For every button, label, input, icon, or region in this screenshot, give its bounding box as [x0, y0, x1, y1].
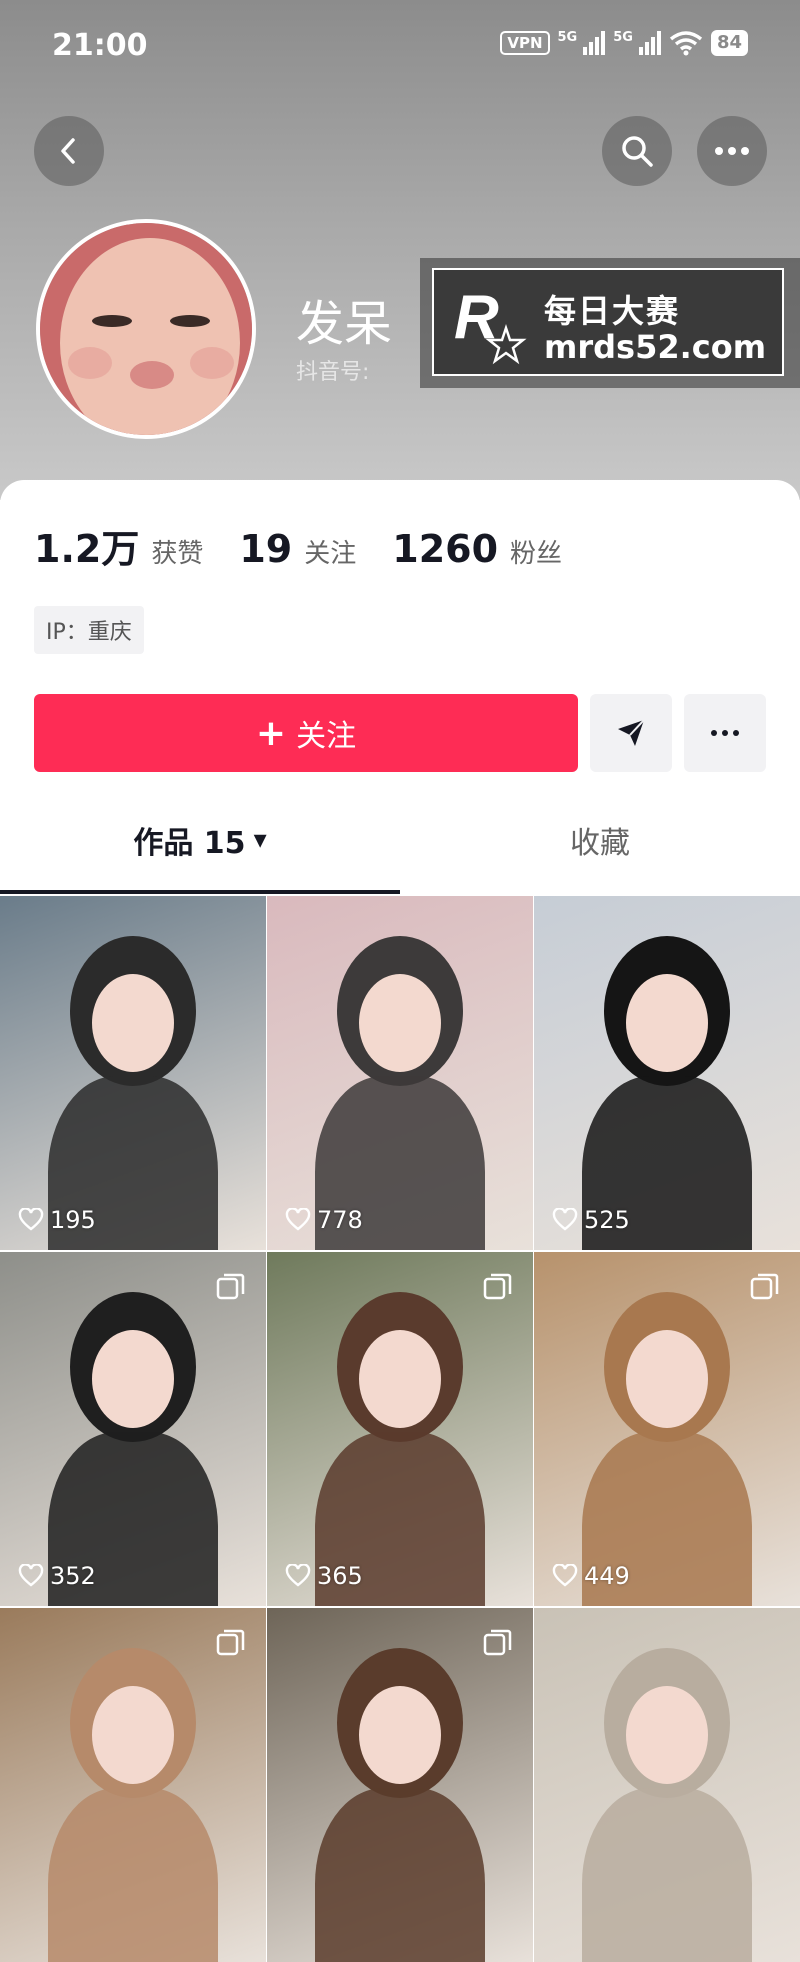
video-thumbnail[interactable]	[534, 1608, 800, 1962]
thumbnail-face	[626, 1686, 708, 1784]
search-icon	[622, 136, 653, 167]
thumbnail-face	[92, 1686, 174, 1784]
status-time: 21:00	[52, 28, 148, 63]
status-icons: VPN 5G 5G 84	[500, 30, 748, 56]
multi-image-icon	[483, 1629, 512, 1656]
chevron-left-icon	[61, 138, 75, 164]
follow-button[interactable]: + 关注	[34, 694, 578, 772]
tab-favorites-label: 收藏	[570, 826, 630, 861]
multi-image-icon	[750, 1273, 779, 1300]
plus-icon: +	[255, 712, 287, 754]
stat-followers-value: 1260	[392, 527, 499, 571]
video-thumbnail[interactable]: 449	[534, 1252, 800, 1606]
video-thumbnail[interactable]: 195	[0, 896, 266, 1250]
tab-works[interactable]: 作品 15 ▾	[0, 800, 400, 880]
thumbnail-face	[92, 1330, 174, 1428]
thumbnail-body	[48, 1788, 218, 1962]
heart-icon	[18, 1208, 44, 1231]
thumbnail-likes: 525	[552, 1206, 630, 1234]
thumbnail-face	[626, 1330, 708, 1428]
caret-down-icon: ▾	[253, 825, 267, 855]
stat-likes-label: 获赞	[151, 539, 204, 569]
thumbnail-face	[359, 974, 441, 1072]
likes-count: 778	[317, 1206, 363, 1234]
video-thumbnail[interactable]: 778	[267, 896, 533, 1250]
profile-card: 1.2万 获赞 19 关注 1260 粉丝 IP：重庆 + 关注 作品 15 ▾…	[0, 480, 800, 1962]
signal-icon	[583, 31, 606, 55]
stat-following-value: 19	[239, 527, 293, 571]
video-thumbnail[interactable]: 352	[0, 1252, 266, 1606]
stat-following-label: 关注	[304, 539, 357, 569]
stat-likes-value: 1.2万	[34, 527, 140, 571]
stat-likes[interactable]: 1.2万 获赞	[34, 518, 203, 573]
thumbnail-likes: 365	[285, 1562, 363, 1590]
thumbnail-likes: 195	[18, 1206, 96, 1234]
tab-works-label: 作品 15	[133, 826, 246, 861]
video-thumbnail[interactable]: 365	[267, 1252, 533, 1606]
watermark-title: 每日大赛	[544, 292, 681, 330]
likes-count: 352	[50, 1562, 96, 1590]
nickname: 发呆	[296, 296, 393, 352]
multi-image-icon	[216, 1273, 245, 1300]
watermark-box: R 每日大赛 mrds52.com	[432, 268, 784, 376]
sim2-label: 5G	[613, 30, 633, 45]
likes-count: 365	[317, 1562, 363, 1590]
search-button[interactable]	[602, 116, 672, 186]
tab-favorites[interactable]: 收藏	[400, 800, 800, 880]
stats-row: 1.2万 获赞 19 关注 1260 粉丝	[34, 518, 598, 573]
video-grid: 195 778 525 352 365 449	[0, 896, 800, 1962]
profile-header: 21:00 VPN 5G 5G 84 发呆 抖音号: R 每日大赛 mrds52…	[0, 0, 800, 500]
thumbnail-face	[92, 974, 174, 1072]
thumbnail-face	[626, 974, 708, 1072]
multi-image-icon	[216, 1629, 245, 1656]
vpn-badge: VPN	[500, 31, 550, 55]
douyin-id-label: 抖音号:	[296, 360, 370, 385]
signal-icon-2	[638, 31, 661, 55]
watermark-logo: R	[454, 283, 527, 365]
video-thumbnail[interactable]	[0, 1608, 266, 1962]
avatar[interactable]	[36, 219, 256, 439]
sim1-label: 5G	[557, 30, 578, 45]
thumbnail-face	[359, 1686, 441, 1784]
wifi-icon	[669, 31, 703, 56]
more-actions-button[interactable]	[684, 694, 766, 772]
watermark-overlay: R 每日大赛 mrds52.com	[420, 258, 800, 388]
thumbnail-body	[315, 1788, 485, 1962]
back-button[interactable]	[34, 116, 104, 186]
stat-followers[interactable]: 1260 粉丝	[392, 527, 562, 571]
thumbnail-likes: 352	[18, 1562, 96, 1590]
follow-label: 关注	[296, 719, 357, 754]
thumbnail-body	[582, 1788, 752, 1962]
ip-location-tag: IP：重庆	[34, 606, 144, 654]
stat-followers-label: 粉丝	[510, 539, 563, 569]
video-thumbnail[interactable]: 525	[534, 896, 800, 1250]
more-options-button[interactable]	[697, 116, 767, 186]
more-dots-icon	[711, 730, 739, 736]
watermark-url: mrds52.com	[544, 328, 767, 366]
message-button[interactable]	[590, 694, 672, 772]
heart-icon	[285, 1564, 311, 1587]
active-tab-indicator	[0, 890, 400, 894]
thumbnail-likes: 449	[552, 1562, 630, 1590]
battery-icon: 84	[710, 30, 748, 56]
thumbnail-likes: 778	[285, 1206, 363, 1234]
heart-icon	[552, 1208, 578, 1231]
avatar-image	[40, 223, 252, 435]
video-thumbnail[interactable]	[267, 1608, 533, 1962]
heart-icon	[552, 1564, 578, 1587]
likes-count: 525	[584, 1206, 630, 1234]
heart-icon	[285, 1208, 311, 1231]
thumbnail-face	[359, 1330, 441, 1428]
likes-count: 449	[584, 1562, 630, 1590]
multi-image-icon	[483, 1273, 512, 1300]
likes-count: 195	[50, 1206, 96, 1234]
send-icon	[618, 719, 645, 746]
heart-icon	[18, 1564, 44, 1587]
content-tabs: 作品 15 ▾ 收藏	[0, 800, 800, 890]
more-dots-icon	[715, 147, 749, 155]
stat-following[interactable]: 19 关注	[239, 527, 356, 571]
